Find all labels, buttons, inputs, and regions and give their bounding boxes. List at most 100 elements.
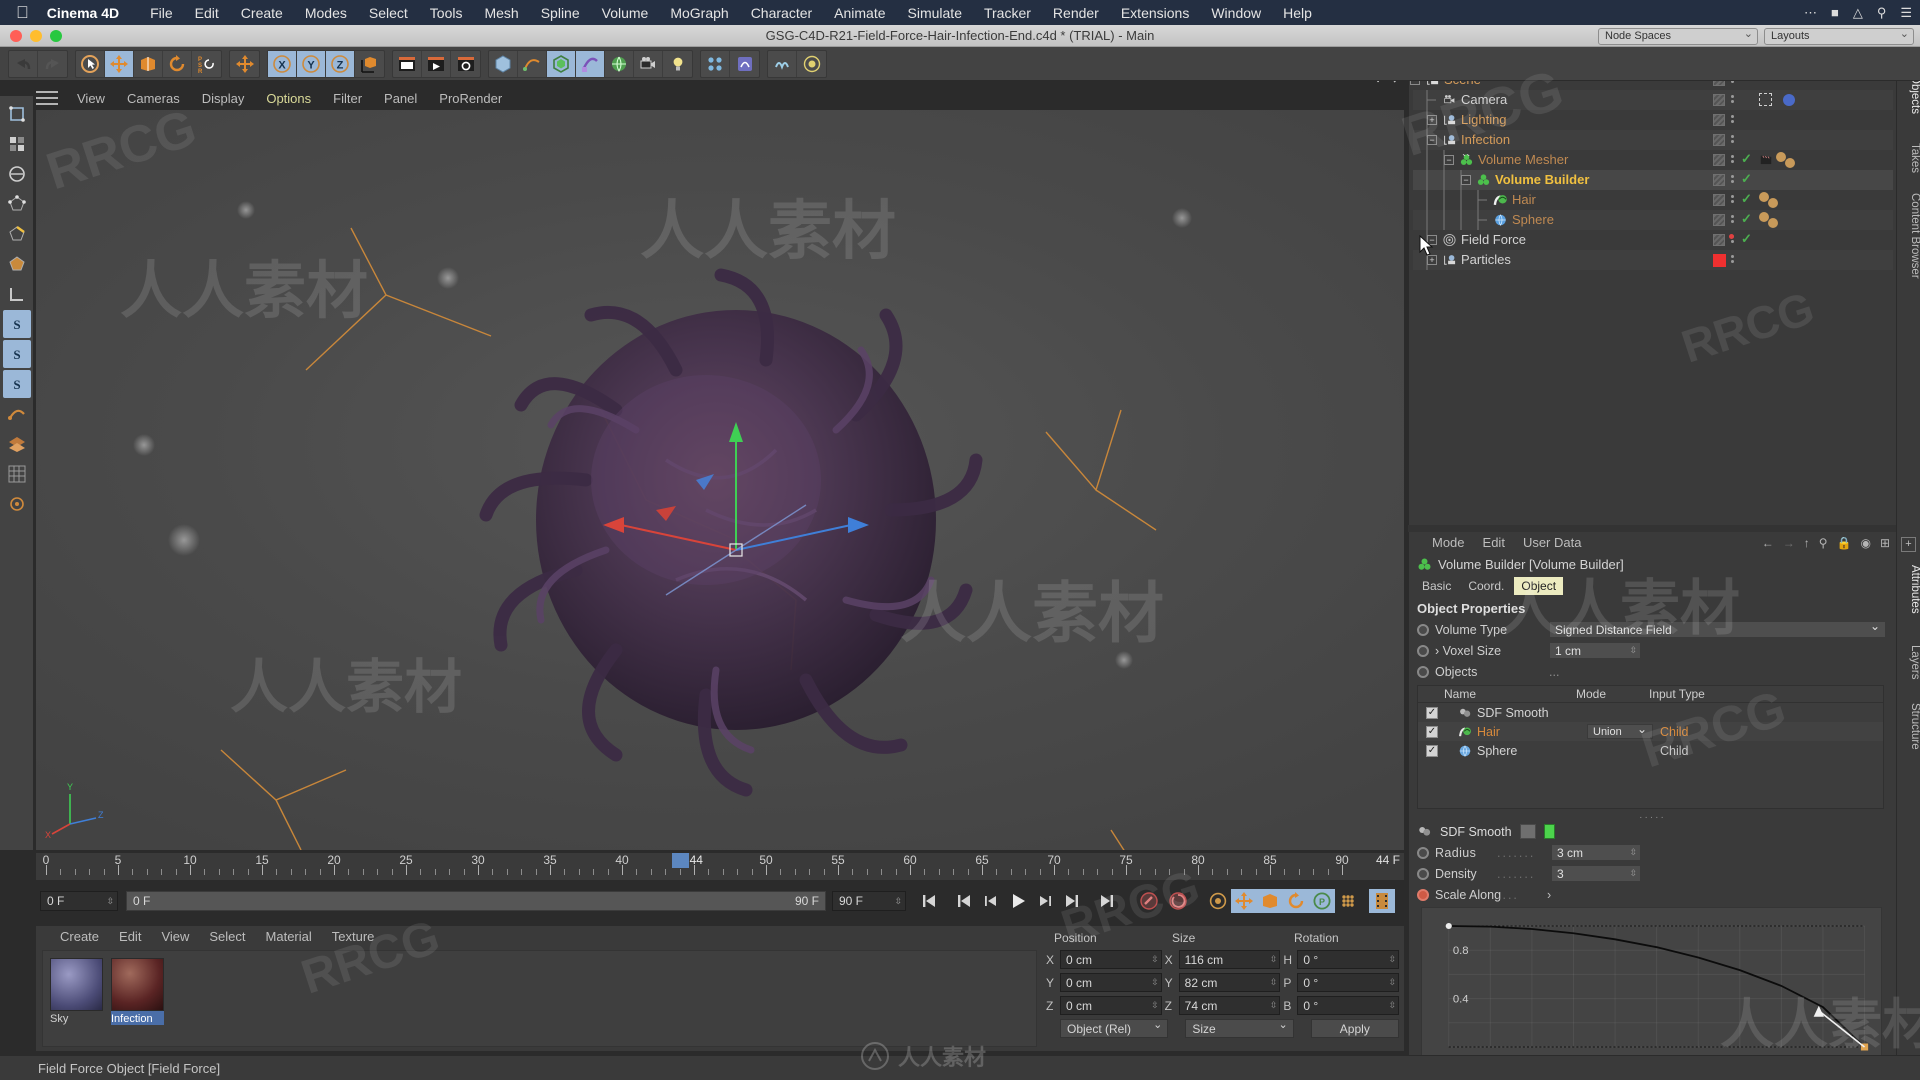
material-swatch-list[interactable]: Sky Infection	[42, 950, 1037, 1047]
viewport-menu-options[interactable]: Options	[255, 91, 322, 106]
step-back-button[interactable]	[978, 889, 1004, 913]
material-menu-create[interactable]: Create	[50, 929, 109, 944]
scale-tool[interactable]	[134, 50, 163, 77]
coord-size-y-field[interactable]: 82 cm	[1178, 973, 1281, 992]
tab-object[interactable]: Object	[1514, 576, 1564, 595]
object-enabled-check[interactable]: ✓	[1741, 151, 1752, 167]
radius-radio[interactable]	[1417, 846, 1429, 859]
tool-edges-mode[interactable]	[3, 220, 31, 248]
material-menu-edit[interactable]: Edit	[109, 929, 151, 944]
tool-lock-snap[interactable]: S	[2, 370, 31, 398]
object-visibility-tag[interactable]	[1713, 114, 1725, 126]
object-visibility-tag[interactable]	[1713, 94, 1725, 106]
go-to-end-button[interactable]	[1094, 889, 1120, 913]
row-mode-dropdown[interactable]: Union	[1587, 722, 1653, 739]
preview-range-field[interactable]: 90 F	[832, 891, 906, 911]
add-light-button[interactable]	[663, 51, 692, 77]
material-tag[interactable]	[1785, 158, 1795, 168]
chevron-right-icon[interactable]: ›	[1547, 888, 1551, 902]
volume-type-radio[interactable]	[1417, 623, 1429, 636]
material-tag[interactable]	[1783, 94, 1795, 106]
lock-z-axis[interactable]: Z	[326, 50, 355, 77]
tab-layers[interactable]: Layers	[1897, 639, 1920, 686]
expander-toggle[interactable]: −	[1461, 175, 1471, 185]
objects-list-row[interactable]: ✓ Hair Union Child	[1418, 722, 1883, 741]
layer-color-swatch[interactable]	[1713, 254, 1726, 267]
node-spaces-dropdown[interactable]: Node Spaces	[1598, 27, 1758, 45]
hamburger-icon[interactable]	[36, 91, 58, 105]
panel-splitter[interactable]	[1408, 525, 1896, 532]
target-icon[interactable]: ◉	[1860, 536, 1870, 550]
3d-viewport[interactable]: Y X Z	[36, 110, 1404, 850]
current-frame-field[interactable]: 0 F	[40, 891, 118, 911]
add-generator-button[interactable]	[547, 50, 576, 77]
expander-toggle[interactable]: +	[1427, 115, 1437, 125]
control-center-icon[interactable]: ☰	[1900, 5, 1912, 21]
tool-make-editable[interactable]	[3, 100, 31, 128]
density-field[interactable]: 3	[1551, 865, 1641, 882]
volume-objects-list[interactable]: Name Mode Input Type ✓ SDF Smooth ✓ Hair…	[1417, 685, 1884, 809]
viewport-menu-panel[interactable]: Panel	[373, 91, 428, 106]
scale-key-button[interactable]	[1257, 889, 1283, 913]
menu-volume[interactable]: Volume	[591, 5, 660, 21]
menu-animate[interactable]: Animate	[823, 5, 896, 21]
tool-viewport-solo[interactable]	[3, 400, 31, 428]
tool-workplane[interactable]	[3, 280, 31, 308]
add-deformer-button[interactable]	[576, 50, 605, 77]
material-tag[interactable]	[1768, 198, 1778, 208]
object-visibility-tag[interactable]	[1713, 154, 1725, 166]
coord-rot-h-field[interactable]: 0 °	[1297, 950, 1400, 969]
attributes-menu-user-data[interactable]: User Data	[1514, 535, 1591, 550]
object-visibility-dots[interactable]	[1731, 135, 1743, 143]
menu-file[interactable]: File	[139, 5, 184, 21]
add-layer-icon[interactable]	[1519, 824, 1536, 839]
coord-mode-dropdown[interactable]: Object (Rel)	[1060, 1018, 1169, 1038]
position-key-button[interactable]	[1231, 889, 1257, 913]
expander-toggle[interactable]: −	[1444, 155, 1454, 165]
timeline-button[interactable]	[1369, 889, 1395, 913]
object-row[interactable]: − Field Force ✓	[1413, 230, 1893, 250]
menu-tools[interactable]: Tools	[419, 5, 474, 21]
layouts-dropdown[interactable]: Layouts	[1764, 27, 1914, 45]
volume-type-dropdown[interactable]: Signed Distance Field	[1549, 619, 1886, 638]
coord-apply-button[interactable]: Apply	[1310, 1019, 1399, 1038]
hamburger-icon[interactable]	[8, 1062, 28, 1074]
add-spline-button[interactable]	[518, 50, 547, 77]
row-checkbox[interactable]: ✓	[1426, 706, 1438, 719]
material-item[interactable]: Sky	[50, 958, 103, 1039]
menu-extensions[interactable]: Extensions	[1110, 5, 1200, 21]
material-menu-texture[interactable]: Texture	[322, 929, 385, 944]
search-icon[interactable]: ⚲	[1877, 5, 1887, 21]
object-row[interactable]: + Lighting	[1413, 110, 1893, 130]
object-visibility-tag[interactable]	[1713, 174, 1725, 186]
object-visibility-dots[interactable]	[1731, 115, 1743, 123]
menu-spline[interactable]: Spline	[530, 5, 591, 21]
menu-mesh[interactable]: Mesh	[473, 5, 529, 21]
record-active-objects-button[interactable]	[1136, 889, 1162, 913]
voxel-size-radio[interactable]	[1417, 644, 1429, 657]
up-arrow-icon[interactable]: ↑	[1804, 536, 1810, 550]
object-tree[interactable]: −SceneCamera+Lighting−Infection−Volume M…	[1410, 70, 1893, 521]
tool-points-mode[interactable]	[3, 190, 31, 218]
tool-uv-mode[interactable]	[3, 490, 31, 518]
object-row[interactable]: − Infection	[1413, 130, 1893, 150]
objects-list-row[interactable]: ✓ SDF Smooth	[1418, 703, 1883, 722]
viewport-menu-cameras[interactable]: Cameras	[116, 91, 191, 106]
rotate-tool[interactable]	[163, 50, 192, 77]
simulation-tags-button[interactable]	[768, 50, 797, 77]
lock-icon[interactable]: 🔒	[1837, 536, 1852, 550]
menu-edit[interactable]: Edit	[184, 5, 230, 21]
add-camera-button[interactable]	[634, 50, 663, 77]
object-visibility-tag[interactable]	[1713, 214, 1725, 226]
viewport-menu-view[interactable]: View	[66, 91, 116, 106]
world-axis-toggle[interactable]	[230, 51, 259, 77]
go-to-previous-key-button[interactable]	[951, 889, 977, 913]
object-row[interactable]: + Particles	[1413, 250, 1893, 270]
object-visibility-tag[interactable]	[1713, 194, 1725, 206]
material-tag[interactable]	[1768, 218, 1778, 228]
psr-toggle[interactable]: PSR	[192, 51, 221, 77]
attributes-menu-edit[interactable]: Edit	[1474, 535, 1514, 550]
radius-field[interactable]: 3 cm	[1551, 844, 1641, 861]
material-menu-select[interactable]: Select	[199, 929, 255, 944]
tab-basic[interactable]: Basic	[1415, 577, 1458, 595]
